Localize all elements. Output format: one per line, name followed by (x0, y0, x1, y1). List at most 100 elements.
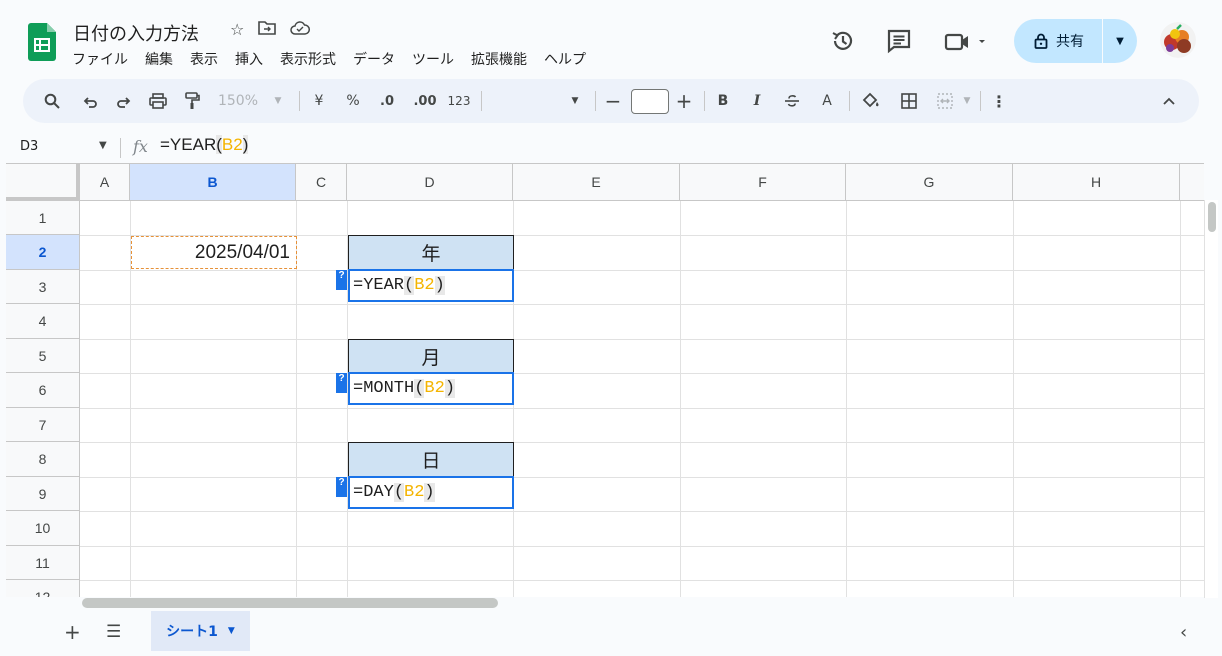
borders-icon[interactable] (897, 79, 921, 123)
formula-help-icon[interactable]: ? (336, 270, 347, 290)
column-header-i[interactable] (1180, 164, 1204, 201)
d3-ref: B2 (414, 276, 435, 295)
meet-video-icon[interactable] (944, 30, 990, 54)
lock-icon (1034, 33, 1048, 49)
share-button[interactable]: 共有 ▼ (1014, 19, 1137, 63)
row-header-9[interactable]: 9 (6, 477, 80, 511)
explore-chevron-icon[interactable]: ‹ (1180, 622, 1187, 643)
undo-icon[interactable] (77, 79, 103, 123)
percent-format-button[interactable]: % (343, 79, 363, 123)
move-to-folder-icon[interactable] (258, 20, 277, 36)
cell-d6-month-formula[interactable]: =MONTH(B2) (348, 372, 514, 405)
sheet-tab-active[interactable]: シート1 ▼ (151, 611, 250, 651)
share-main[interactable]: 共有 (1014, 19, 1102, 63)
currency-format-button[interactable]: ¥ (309, 79, 329, 123)
menu-extensions[interactable]: 拡張機能 (471, 49, 527, 69)
paint-format-icon[interactable] (179, 79, 205, 123)
d6-open-paren: ( (414, 379, 425, 398)
increase-font-size-button[interactable]: + (674, 79, 694, 123)
menu-format[interactable]: 表示形式 (280, 49, 336, 69)
row-header-6[interactable]: 6 (6, 373, 80, 408)
cell-d5-month-header[interactable]: 月 (348, 339, 514, 373)
document-title[interactable]: 日付の入力方法 (73, 20, 199, 46)
vertical-scrollbar[interactable] (1204, 200, 1218, 598)
star-icon[interactable]: ☆ (230, 20, 244, 39)
zoom-dropdown-icon[interactable]: ▼ (271, 79, 285, 123)
column-header-f[interactable]: F (680, 164, 846, 201)
cell-d3-year-formula[interactable]: =YEAR(B2) (348, 269, 514, 302)
column-header-c[interactable]: C (296, 164, 347, 201)
vertical-scroll-thumb[interactable] (1208, 202, 1216, 232)
version-history-icon[interactable] (830, 28, 856, 54)
menu-help[interactable]: ヘルプ (544, 49, 586, 69)
d3-open-paren: ( (404, 276, 415, 295)
all-sheets-icon[interactable]: ☰ (106, 622, 121, 642)
decrease-decimal-button[interactable]: .0 (375, 79, 399, 123)
row-header-8[interactable]: 8 (6, 442, 80, 477)
spreadsheet-grid[interactable]: A B C D E F G H 1 2 3 4 5 6 7 8 9 10 11 … (6, 163, 1204, 597)
cell-d2-year-header[interactable]: 年 (348, 235, 514, 269)
d9-open-paren: ( (393, 483, 405, 502)
select-all-corner[interactable] (6, 164, 80, 201)
cloud-saved-icon[interactable] (290, 20, 311, 36)
search-menus-icon[interactable] (39, 79, 65, 123)
merge-dropdown-icon[interactable]: ▼ (960, 79, 974, 123)
row-header-2[interactable]: 2 (6, 235, 80, 270)
menu-bar: ファイル 編集 表示 挿入 表示形式 データ ツール 拡張機能 ヘルプ (72, 49, 586, 69)
merge-cells-icon[interactable] (933, 79, 957, 123)
row-header-11[interactable]: 11 (6, 546, 80, 580)
formula-input[interactable]: =YEAR(B2) (160, 135, 249, 155)
italic-button[interactable]: I (747, 79, 767, 123)
horizontal-scroll-thumb[interactable] (82, 598, 498, 608)
row-header-1[interactable]: 1 (6, 201, 80, 235)
text-color-button[interactable]: A (817, 79, 837, 123)
cell-d8-day-header[interactable]: 日 (348, 442, 514, 476)
font-dropdown-icon[interactable]: ▼ (568, 79, 582, 123)
name-box[interactable]: D3 (20, 139, 38, 154)
menu-insert[interactable]: 挿入 (235, 49, 263, 69)
name-box-dropdown-icon[interactable]: ▼ (99, 140, 107, 151)
row-header-12[interactable]: 12 (6, 580, 80, 597)
formula-help-icon[interactable]: ? (336, 373, 347, 393)
menu-file[interactable]: ファイル (72, 49, 128, 69)
font-size-input[interactable] (631, 89, 669, 114)
column-header-a[interactable]: A (80, 164, 130, 201)
column-header-h[interactable]: H (1013, 164, 1180, 201)
formula-help-icon[interactable]: ? (336, 477, 347, 497)
strikethrough-icon[interactable] (781, 79, 803, 123)
number-format-button[interactable]: 123 (447, 79, 471, 123)
sheets-logo-icon[interactable] (28, 23, 56, 61)
sheet-tab-dropdown-icon[interactable]: ▼ (228, 626, 235, 636)
decrease-font-size-button[interactable]: − (603, 79, 623, 123)
menu-tools[interactable]: ツール (412, 49, 454, 69)
menu-view[interactable]: 表示 (190, 49, 218, 69)
increase-decimal-button[interactable]: .00 (411, 79, 439, 123)
bold-button[interactable]: B (713, 79, 733, 123)
print-icon[interactable] (145, 79, 171, 123)
row-header-7[interactable]: 7 (6, 408, 80, 442)
account-avatar[interactable] (1160, 22, 1196, 58)
share-dropdown-icon[interactable]: ▼ (1103, 36, 1137, 47)
row-header-3[interactable]: 3 (6, 270, 80, 304)
zoom-select[interactable]: 150% (216, 79, 260, 123)
column-header-e[interactable]: E (513, 164, 680, 201)
row-header-10[interactable]: 10 (6, 511, 80, 546)
cell-b2-date[interactable]: 2025/04/01 (131, 236, 297, 269)
row-header-4[interactable]: 4 (6, 304, 80, 339)
redo-icon[interactable] (111, 79, 137, 123)
menu-edit[interactable]: 編集 (145, 49, 173, 69)
row-header-5[interactable]: 5 (6, 339, 80, 373)
comments-icon[interactable] (886, 28, 912, 54)
column-header-g[interactable]: G (846, 164, 1013, 201)
collapse-menus-icon[interactable] (1157, 79, 1181, 123)
fill-color-icon[interactable] (859, 79, 883, 123)
column-header-d[interactable]: D (347, 164, 513, 201)
add-sheet-icon[interactable]: + (64, 620, 81, 644)
menu-data[interactable]: データ (353, 49, 395, 69)
gridline (846, 201, 847, 597)
cell-d9-day-formula[interactable]: =DAY(B2) (348, 476, 514, 509)
horizontal-scrollbar[interactable] (80, 597, 1204, 611)
column-header-b[interactable]: B (130, 164, 296, 201)
d6-close-paren: ) (444, 379, 456, 398)
more-options-icon[interactable]: ⋮ (989, 79, 1009, 123)
